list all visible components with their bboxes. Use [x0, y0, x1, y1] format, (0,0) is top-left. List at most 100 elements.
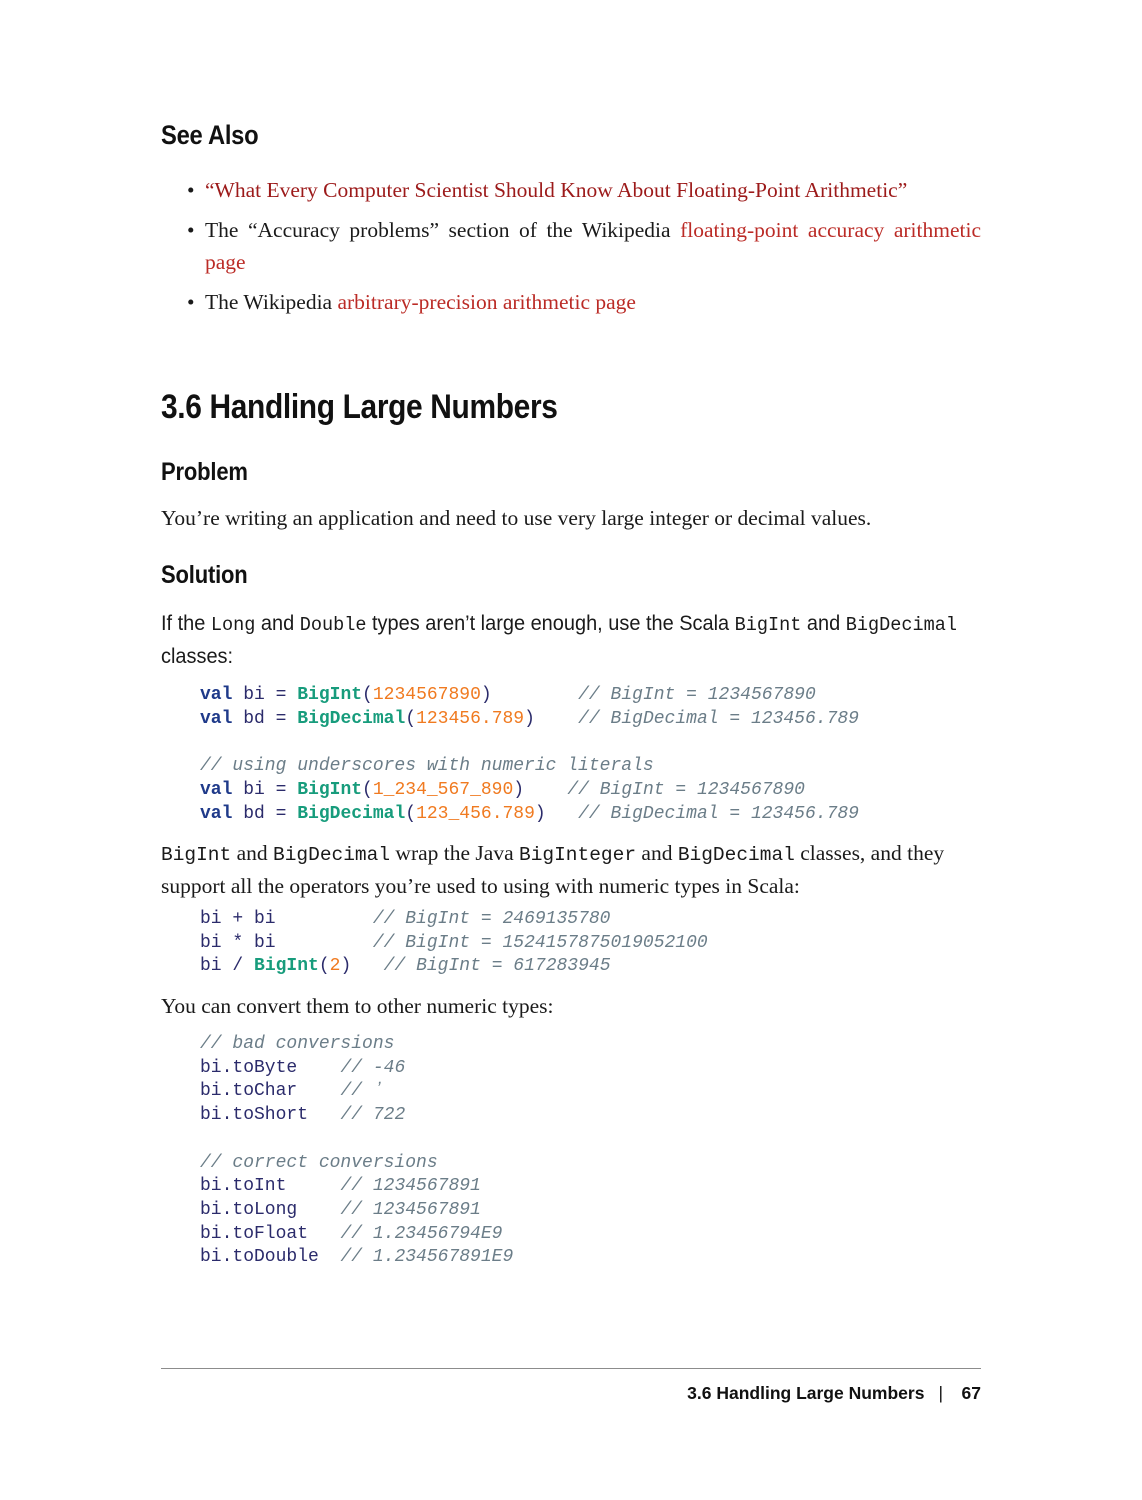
- code-token: // ʼ: [340, 1081, 384, 1102]
- code-token: ): [480, 685, 492, 705]
- code-token: =: [264, 708, 298, 729]
- page-footer: 3.6 Handling Large Numbers | 67: [161, 1383, 981, 1404]
- code-token: BigDecimal: [297, 803, 406, 824]
- solution-intro-paragraph: If the Long and Double types aren’t larg…: [161, 608, 980, 672]
- see-also-heading: See Also: [161, 120, 259, 150]
- code-token: (: [405, 803, 417, 824]
- code-line: // using underscores with numeric litera…: [200, 755, 859, 779]
- page-number: 67: [961, 1383, 981, 1403]
- inline-code-bigdeci: BigDeci: [845, 614, 924, 636]
- code-token: // 1.23456794E9: [340, 1223, 503, 1244]
- code-line: bi.toFloat // 1.23456794E9: [200, 1223, 513, 1247]
- inline-code-bigint: BigInt: [161, 844, 232, 866]
- code-token: bi.toChar: [200, 1081, 298, 1102]
- inline-code-long: Long: [210, 614, 256, 636]
- code-token: ): [513, 779, 525, 800]
- code-token: bi * bi: [200, 932, 276, 953]
- code-token: // bad conversions: [200, 1034, 395, 1054]
- code-token: bi.toFloat: [200, 1223, 309, 1244]
- code-token: // 1234567891: [340, 1176, 481, 1197]
- text-part: and: [636, 841, 678, 865]
- code-token: bi.toLong: [200, 1199, 298, 1220]
- code-token: // using underscores with numeric litera…: [200, 756, 654, 777]
- link-arbitrary-precision-arithmetic[interactable]: arbitrary-precision arithmetic page: [337, 290, 635, 314]
- code-token: bi: [243, 779, 265, 800]
- code-line: val bd = BigDecimal(123456.789) // BigDe…: [200, 708, 859, 732]
- inline-code-bigint: BigInt: [734, 614, 802, 636]
- code-token: // 722: [340, 1105, 406, 1126]
- list-item-prefix: The Wikipedia: [205, 289, 338, 314]
- code-token: ): [340, 956, 352, 977]
- code-line: val bi = BigInt(1234567890) // BigInt = …: [200, 684, 859, 708]
- page-content: See Also • “What Every Computer Scientis…: [161, 0, 981, 1500]
- code-line: bi.toShort // 722: [200, 1104, 513, 1128]
- solution-heading: Solution: [161, 561, 248, 589]
- code-token: // BigInt = 2469135780: [372, 909, 611, 929]
- list-item-prefix: The “Accuracy problems” section of the W…: [205, 218, 681, 242]
- code-token: bd: [243, 803, 265, 824]
- list-item: • “What Every Computer Scientist Should …: [161, 175, 981, 207]
- link-what-every-computer-scientist[interactable]: “What Every Computer Scientist Should Kn…: [205, 178, 907, 202]
- code-token: bi + bi: [200, 909, 276, 929]
- code-token: // BigInt = 1234567890: [567, 779, 805, 800]
- code-block-conversions: // bad conversions bi.toByte // -46 bi.toC…: [200, 1033, 513, 1270]
- inline-code-biginteger: BigInteger: [519, 844, 637, 866]
- footer-divider: [161, 1368, 981, 1369]
- code-line: bi * bi // BigInt = 1524157875019052100: [200, 932, 708, 956]
- text-part: wrap the Java: [390, 841, 519, 865]
- text-part: and: [801, 612, 846, 635]
- code-token: 1_234_567_890: [372, 779, 514, 800]
- code-token: ): [534, 803, 546, 824]
- code-token: BigDecimal: [297, 708, 406, 729]
- text-part: and: [231, 841, 274, 865]
- code-line: // correct conversions: [200, 1152, 513, 1176]
- code-token: =: [264, 685, 298, 705]
- code-token: val: [200, 803, 233, 824]
- code-token: =: [264, 803, 298, 824]
- code-token: // BigDecimal = 123456.789: [578, 708, 859, 729]
- list-item: • The Wikipedia arbitrary-precision arit…: [161, 287, 981, 319]
- code-token: 1234567890: [372, 685, 481, 705]
- footer-separator: |: [938, 1383, 943, 1403]
- code-token: ): [524, 708, 535, 729]
- code-token: val: [200, 685, 233, 705]
- code-line: bi.toDouble // 1.234567891E9: [200, 1246, 513, 1270]
- code-line: bi + bi // BigInt = 2469135780: [200, 908, 708, 932]
- text-part: classes:: [161, 645, 234, 668]
- convert-paragraph: You can convert them to other numeric ty…: [161, 994, 554, 1018]
- code-token: bi.toInt: [200, 1176, 287, 1197]
- code-token: // BigInt = 617283945: [383, 956, 611, 977]
- code-token: // 1.234567891E9: [340, 1247, 514, 1268]
- code-token: bi.toByte: [200, 1057, 298, 1078]
- code-token: BigInt: [254, 956, 319, 977]
- code-line: // bad conversions: [200, 1033, 513, 1057]
- code-line: bi.toLong // 1234567891: [200, 1199, 513, 1223]
- code-token: val: [200, 708, 233, 729]
- code-line: bi.toInt // 1234567891: [200, 1175, 513, 1199]
- code-line: bi.toByte // -46: [200, 1057, 513, 1081]
- code-token: bi /: [200, 956, 255, 977]
- code-token: bd: [243, 708, 265, 729]
- code-token: (: [362, 685, 373, 705]
- code-line: val bi = BigInt(1_234_567_890) // BigInt…: [200, 779, 859, 803]
- code-line: bi.toChar // ʼ: [200, 1080, 513, 1104]
- problem-heading: Problem: [161, 458, 248, 486]
- text-part: types aren’t large enough, use the Scala: [366, 612, 735, 635]
- inline-code-mal: mal: [923, 614, 957, 636]
- code-token: BigInt: [297, 779, 363, 800]
